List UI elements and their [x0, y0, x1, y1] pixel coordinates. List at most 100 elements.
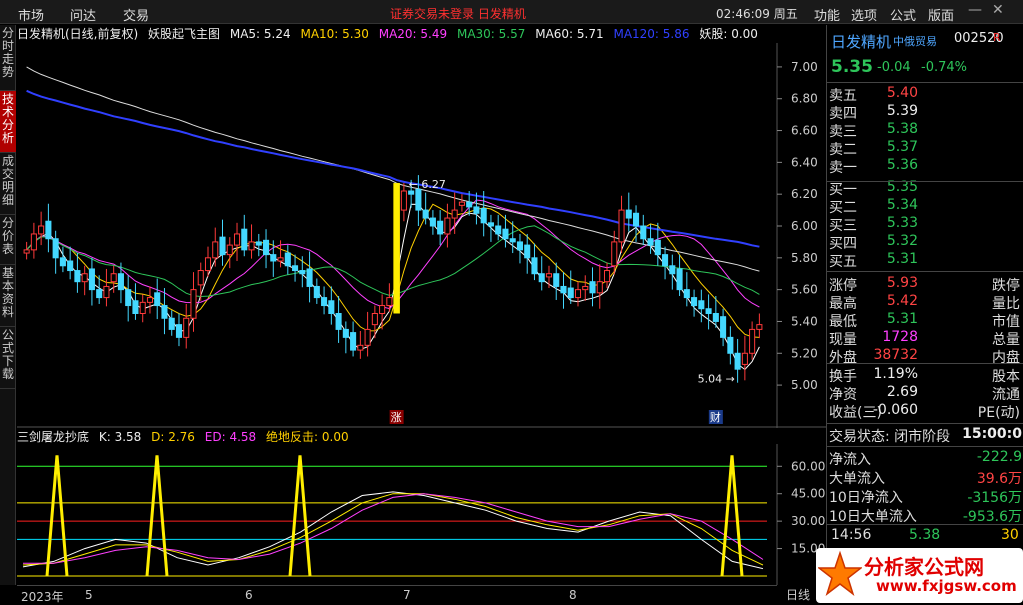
- candle-body: [67, 260, 74, 272]
- order-row[interactable]: 卖四 5.39: [829, 103, 1022, 122]
- candle-body: [117, 273, 124, 291]
- stat-value: -0.060: [872, 402, 918, 418]
- ma30-label: MA30: 5.57: [456, 27, 526, 41]
- candle-body: [379, 305, 386, 314]
- candle-body: [277, 257, 284, 262]
- order-label: 卖三: [829, 124, 857, 140]
- candle-body: [284, 252, 291, 267]
- candle-body: [233, 233, 241, 246]
- x-tick-may: 5: [85, 588, 93, 602]
- limit-up-candle: [393, 183, 400, 314]
- order-row[interactable]: 卖五 5.40: [829, 85, 1022, 104]
- tab-timeshare[interactable]: 分时走势: [0, 25, 16, 91]
- candle-body: [248, 241, 255, 251]
- period-mode[interactable]: 日线: [786, 586, 810, 603]
- menu-market[interactable]: 市场: [18, 5, 44, 24]
- series-k: [22, 491, 764, 570]
- candle-body: [175, 324, 183, 338]
- stat-label-2: 量比: [992, 296, 1020, 312]
- stat-row: 净资 2.69 流通: [829, 384, 1022, 403]
- side-tabs: 分时走势 技术分析 成交明细 分价表 基本资料 公式下载: [0, 25, 16, 585]
- stat-label-2: PE(动): [977, 405, 1020, 421]
- ma-line-ma30: [26, 225, 760, 298]
- candle-body: [197, 270, 204, 286]
- order-price: 5.34: [886, 197, 918, 213]
- flow-value: 39.6万: [976, 471, 1022, 487]
- candle-body: [509, 238, 516, 243]
- candle-body: [52, 238, 59, 259]
- stock-name-label: 日发精机(日线,前复权): [17, 27, 139, 41]
- candle-body: [350, 332, 357, 351]
- menu-options[interactable]: 选项: [851, 5, 877, 24]
- candle-body: [168, 317, 175, 330]
- menu-func[interactable]: 功能: [814, 5, 840, 24]
- candle-body: [654, 239, 661, 256]
- candle-body: [596, 281, 603, 294]
- candle-body: [190, 289, 197, 319]
- menu-trade[interactable]: 交易: [123, 5, 149, 24]
- tab-formula-download[interactable]: 公式下载: [0, 327, 16, 389]
- tab-basic-info[interactable]: 基本资料: [0, 265, 16, 327]
- candle-body: [727, 336, 734, 354]
- y-tick-label: 6.60: [791, 124, 818, 138]
- price-row: 5.35 -0.04 -0.74%: [829, 57, 1022, 79]
- stock-tag: 中俄贸易: [893, 35, 937, 48]
- stat-label: 涨停: [829, 278, 857, 294]
- menu-layout[interactable]: 版面: [928, 5, 954, 24]
- series-d: [22, 493, 764, 566]
- candle-body: [371, 313, 378, 326]
- flow-label: 净流入: [829, 452, 871, 468]
- oscillator-chart[interactable]: 15.0030.0045.0060.00: [17, 444, 826, 585]
- menu-formula[interactable]: 公式: [890, 5, 916, 24]
- ma10-label: MA10: 5.30: [300, 27, 369, 41]
- candle-body: [495, 225, 502, 235]
- candle-body: [603, 270, 611, 283]
- y-tick-label: 6.80: [791, 92, 818, 106]
- candle-body: [81, 273, 88, 283]
- order-price: 5.40: [886, 85, 918, 101]
- order-row[interactable]: 买三 5.33: [829, 215, 1022, 234]
- candle-body: [357, 344, 364, 351]
- tick-row: 14:56 5.38 30: [829, 527, 1022, 546]
- flow-value: -222.9: [976, 449, 1022, 465]
- minimize-icon[interactable]: —: [968, 2, 982, 18]
- candle-body: [321, 297, 328, 307]
- candle-body: [328, 300, 335, 315]
- order-label: 买三: [829, 218, 857, 234]
- stat-label-2: 总量: [992, 332, 1020, 348]
- candle-body: [270, 254, 277, 262]
- stat-value: 38732: [873, 347, 918, 363]
- candle-body: [408, 190, 415, 195]
- tab-technical[interactable]: 技术分析: [0, 91, 16, 153]
- close-icon[interactable]: ✕: [992, 2, 1004, 18]
- candlestick-chart[interactable]: 5.00 5.20 5.40 5.60 5.80 6.00 6.20 6.40 6.60 6.80…: [17, 43, 826, 428]
- order-row[interactable]: 买五 5.31: [829, 251, 1022, 270]
- candle-body: [88, 268, 95, 291]
- tab-deals[interactable]: 成交明细: [0, 153, 16, 215]
- candle-body: [241, 228, 248, 251]
- order-row[interactable]: 卖二 5.37: [829, 139, 1022, 158]
- tab-price-table[interactable]: 分价表: [0, 215, 16, 265]
- site-logo: 分析家公式网 www.fxjgsw.com: [816, 548, 1023, 603]
- candle-body: [415, 188, 422, 211]
- candle-body: [45, 220, 52, 240]
- stat-label: 外盘: [829, 350, 857, 366]
- candle-body: [487, 222, 494, 227]
- candle-body: [226, 244, 233, 256]
- menu-ask[interactable]: 问达: [70, 5, 96, 24]
- candle-body: [625, 209, 632, 219]
- flow-row: 10日净流入 -3156万: [829, 487, 1022, 506]
- top-menu-bar: 市场 问达 交易 证券交易未登录 日发精机 02:46:09 周五 功能 选项 …: [0, 0, 1023, 24]
- stat-label-2: 市值: [992, 314, 1020, 330]
- y-tick-label: 7.00: [791, 60, 818, 74]
- order-price: 5.39: [886, 103, 918, 119]
- order-row[interactable]: 卖三 5.38: [829, 121, 1022, 140]
- order-row[interactable]: 买四 5.32: [829, 233, 1022, 252]
- quote-panel: 日发精机 中俄贸易 002520 R 5.35 -0.04 -0.74% 卖五 5…: [826, 25, 1023, 603]
- indicator-name[interactable]: 妖股起飞主图: [148, 27, 220, 41]
- logo-title: 分析家公式网: [864, 555, 984, 579]
- order-row[interactable]: 买二 5.34: [829, 197, 1022, 216]
- x-tick-aug: 8: [569, 588, 577, 602]
- sub-indicator-name[interactable]: 三剑屠龙抄底: [17, 430, 89, 444]
- order-row[interactable]: 卖一 5.36: [829, 157, 1022, 176]
